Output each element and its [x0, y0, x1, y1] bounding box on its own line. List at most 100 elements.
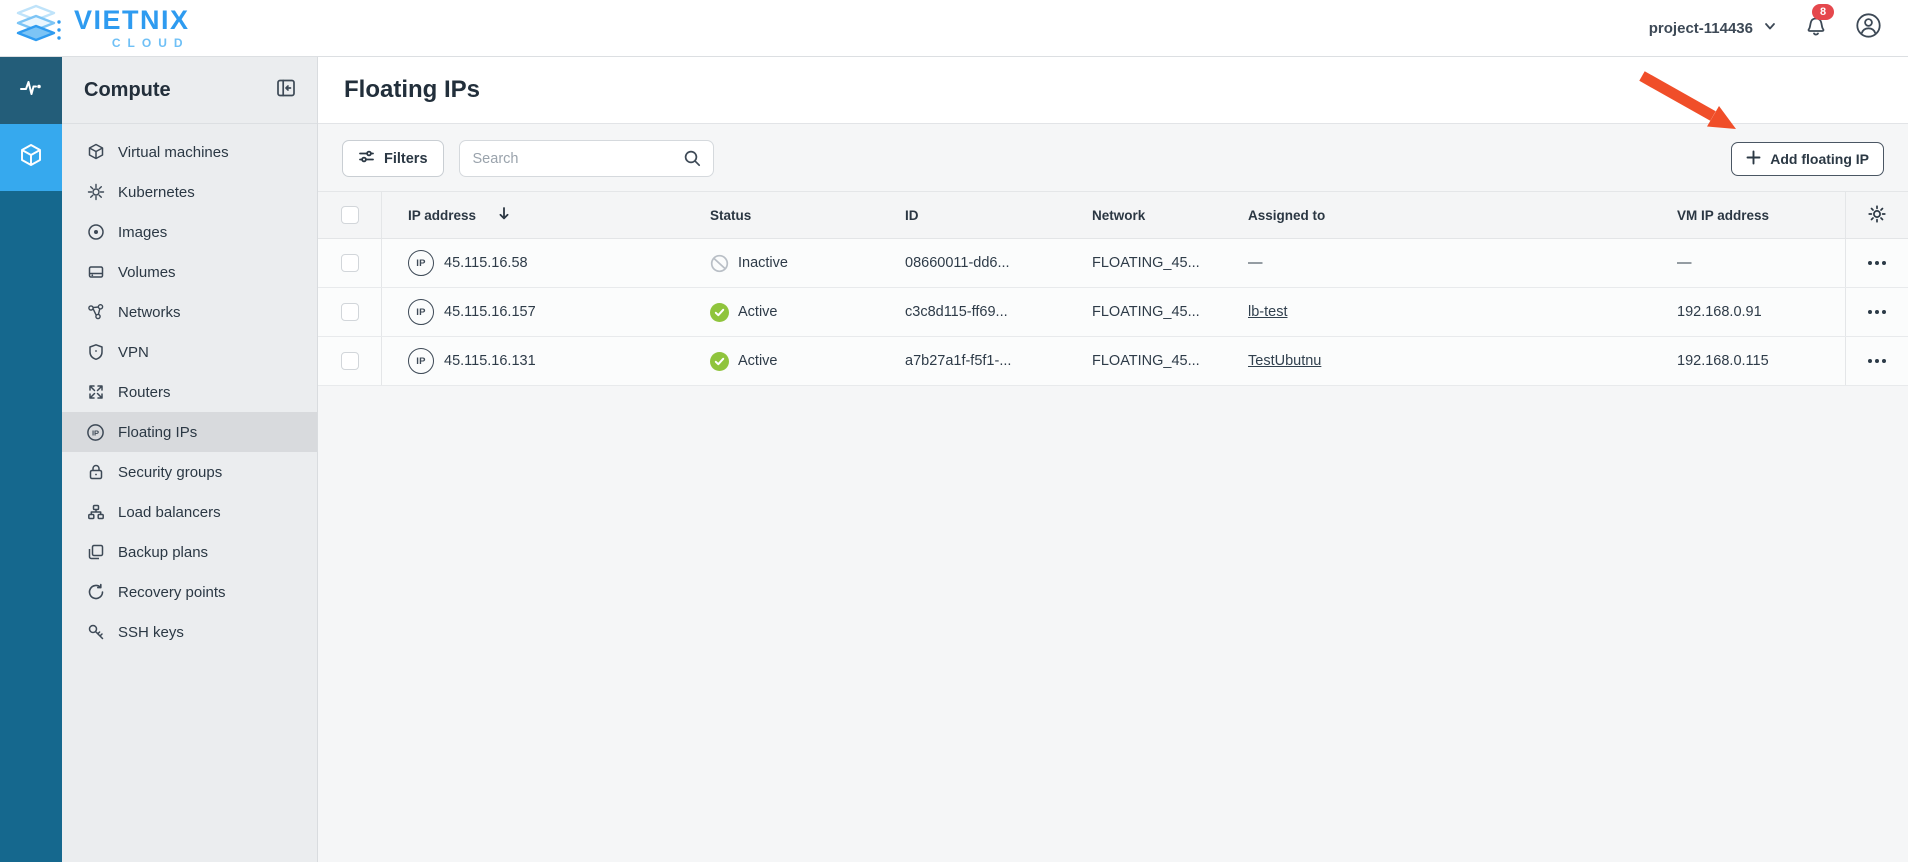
cell-network: FLOATING_45... — [1092, 255, 1200, 271]
filters-button[interactable]: Filters — [342, 140, 444, 177]
account-button[interactable] — [1855, 12, 1882, 44]
cell-vm-ip: 192.168.0.91 — [1677, 304, 1762, 320]
sidebar-item-kubernetes[interactable]: Kubernetes — [62, 172, 317, 212]
sidebar-item-label: Load balancers — [118, 503, 221, 521]
bell-icon — [1803, 17, 1829, 43]
notification-count-badge: 8 — [1812, 3, 1835, 20]
add-floating-ip-button[interactable]: Add floating IP — [1731, 141, 1884, 176]
shield-icon — [86, 343, 105, 362]
svg-text:IP: IP — [92, 428, 99, 437]
ip-badge-icon: IP — [408, 348, 434, 374]
plus-icon — [1746, 150, 1761, 168]
sidebar-item-virtual-machines[interactable]: Virtual machines — [62, 132, 317, 172]
status-active-icon — [710, 302, 729, 322]
cell-vm-ip: 192.168.0.115 — [1677, 353, 1769, 369]
table-row[interactable]: IP 45.115.16.131 Active a7b27a1f-f5f1-..… — [318, 337, 1908, 386]
notifications-button[interactable]: 8 — [1803, 3, 1835, 44]
select-all-checkbox[interactable] — [340, 206, 359, 224]
sidebar-item-label: VPN — [118, 343, 149, 361]
collapse-sidebar-icon[interactable] — [275, 77, 297, 104]
sidebar-item-vpn[interactable]: VPN — [62, 332, 317, 372]
sort-descending-icon[interactable] — [497, 206, 511, 224]
col-vm-ip-address[interactable]: VM IP address — [1661, 208, 1845, 223]
floating-ips-table: IP address Status ID Network Assigned to… — [318, 191, 1908, 386]
logo-stack-icon — [14, 4, 66, 53]
sidebar-item-label: Volumes — [118, 263, 176, 281]
sidebar-item-backup-plans[interactable]: Backup plans — [62, 532, 317, 572]
app-rail — [0, 57, 62, 862]
sidebar-title: Compute — [84, 78, 171, 101]
sidebar-item-label: SSH keys — [118, 623, 184, 641]
cell-ip-address: 45.115.16.157 — [444, 304, 536, 320]
routers-icon — [86, 383, 105, 402]
status-label: Inactive — [738, 255, 788, 271]
cell-id: a7b27a1f-f5f1-... — [905, 353, 1012, 369]
networks-icon — [86, 303, 105, 322]
cell-network: FLOATING_45... — [1092, 353, 1200, 369]
rail-activity-button[interactable] — [0, 57, 62, 124]
sidebar-item-load-balancers[interactable]: Load balancers — [62, 492, 317, 532]
col-id[interactable]: ID — [889, 208, 1076, 223]
sidebar-item-volumes[interactable]: Volumes — [62, 252, 317, 292]
col-assigned-to[interactable]: Assigned to — [1232, 208, 1661, 223]
sidebar-item-label: Routers — [118, 383, 171, 401]
assigned-to-link[interactable]: TestUbutnu — [1248, 353, 1321, 369]
sidebar-item-label: Security groups — [118, 463, 223, 481]
sidebar-item-label: Images — [118, 223, 168, 241]
row-actions-button[interactable] — [1845, 239, 1908, 287]
lock-icon — [86, 463, 105, 482]
search-icon — [683, 149, 702, 173]
sidebar-nav: Virtual machines Kubernetes Images Volum… — [62, 124, 317, 652]
table-row[interactable]: IP 45.115.16.58 Inactive 08660011-dd6...… — [318, 239, 1908, 288]
cell-id: 08660011-dd6... — [905, 255, 1010, 271]
sidebar-item-recovery-points[interactable]: Recovery points — [62, 572, 317, 612]
table-settings-button[interactable] — [1845, 192, 1908, 238]
status-label: Active — [738, 304, 778, 320]
sidebar-item-label: Virtual machines — [118, 143, 229, 161]
sidebar-item-networks[interactable]: Networks — [62, 292, 317, 332]
row-actions-button[interactable] — [1845, 337, 1908, 385]
topbar: VIETNIX CLOUD project-114436 8 — [0, 0, 1908, 57]
recovery-icon — [86, 583, 105, 602]
sidebar-item-images[interactable]: Images — [62, 212, 317, 252]
status-inactive-icon — [710, 254, 729, 273]
sidebar-item-security-groups[interactable]: Security groups — [62, 452, 317, 492]
kebab-menu-icon — [1862, 255, 1892, 271]
row-checkbox[interactable] — [340, 352, 359, 370]
sidebar-item-floating-ips[interactable]: IP Floating IPs — [62, 412, 317, 452]
images-icon — [86, 223, 105, 242]
sidebar-item-label: Backup plans — [118, 543, 209, 561]
ip-badge-icon: IP — [408, 299, 434, 325]
table-row[interactable]: IP 45.115.16.157 Active c3c8d115-ff69...… — [318, 288, 1908, 337]
col-status[interactable]: Status — [694, 208, 889, 223]
row-checkbox[interactable] — [340, 254, 359, 272]
row-checkbox[interactable] — [340, 303, 359, 321]
col-network[interactable]: Network — [1076, 208, 1232, 223]
row-actions-button[interactable] — [1845, 288, 1908, 336]
vietnix-logo[interactable]: VIETNIX CLOUD — [14, 4, 190, 53]
key-icon — [86, 623, 105, 642]
kubernetes-icon — [86, 183, 105, 202]
sidebar-item-label: Recovery points — [118, 583, 226, 601]
chevron-down-icon — [1763, 19, 1777, 38]
sidebar-item-routers[interactable]: Routers — [62, 372, 317, 412]
rail-compute-button[interactable] — [0, 124, 62, 191]
add-floating-ip-label: Add floating IP — [1770, 150, 1869, 167]
sidebar-item-ssh-keys[interactable]: SSH keys — [62, 612, 317, 652]
project-switcher[interactable]: project-114436 — [1649, 19, 1777, 38]
cell-network: FLOATING_45... — [1092, 304, 1200, 320]
main-content: Floating IPs Filters Search Add floating… — [318, 57, 1908, 862]
cell-ip-address: 45.115.16.58 — [444, 255, 528, 271]
ip-badge-icon: IP — [408, 250, 434, 276]
col-ip-address[interactable]: IP address — [408, 208, 476, 223]
filters-icon — [358, 148, 375, 169]
cell-vm-ip: — — [1677, 255, 1692, 271]
search-input[interactable] — [458, 140, 714, 177]
backup-icon — [86, 543, 105, 562]
activity-icon — [18, 75, 44, 106]
assigned-to-link[interactable]: lb-test — [1248, 304, 1288, 320]
table-header-row: IP address Status ID Network Assigned to… — [318, 192, 1908, 239]
status-label: Active — [738, 353, 778, 369]
cube-icon — [86, 143, 105, 162]
sidebar: Compute Virtual machines Kubernetes Imag… — [62, 57, 318, 862]
